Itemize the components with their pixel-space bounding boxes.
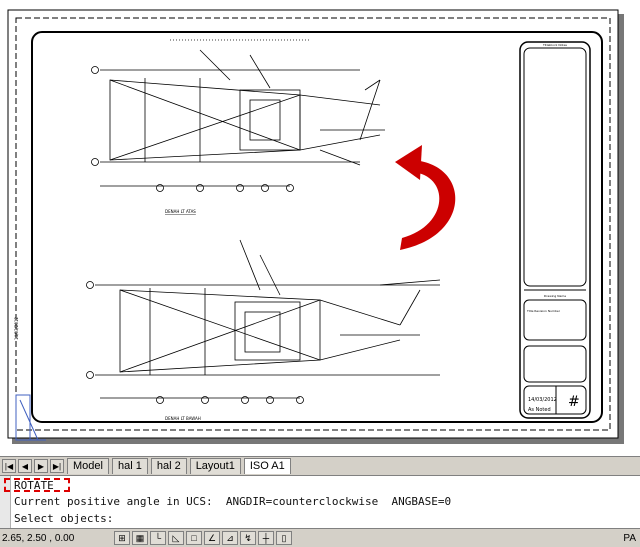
qp-icon[interactable]: ▯ bbox=[276, 531, 292, 545]
prev-tab-icon[interactable]: ◀ bbox=[18, 459, 32, 473]
command-prompt[interactable]: Select objects: bbox=[14, 512, 113, 525]
layout-tab-bar: |◀ ◀ ▶ ▶| Model hal 1 hal 2 Layout1 ISO … bbox=[0, 456, 640, 475]
ortho-icon[interactable]: └ bbox=[150, 531, 166, 545]
tab-iso-a1[interactable]: ISO A1 bbox=[243, 458, 291, 474]
command-history-line: Current positive angle in UCS: ANGDIR=co… bbox=[14, 495, 452, 508]
last-tab-icon[interactable]: ▶| bbox=[50, 459, 64, 473]
grid-icon[interactable]: ▦ bbox=[132, 531, 148, 545]
titleblock-hash-mark: # bbox=[568, 394, 580, 410]
lwt-icon[interactable]: ┼ bbox=[258, 531, 274, 545]
paper-space-label[interactable]: PA bbox=[623, 533, 640, 544]
next-tab-icon[interactable]: ▶ bbox=[34, 459, 48, 473]
command-window[interactable]: ROTATE Current positive angle in UCS: AN… bbox=[0, 475, 640, 528]
command-history-line: ROTATE bbox=[14, 479, 54, 492]
tab-model[interactable]: Model bbox=[67, 458, 109, 474]
first-tab-icon[interactable]: |◀ bbox=[2, 459, 16, 473]
titleblock-by: As Noted bbox=[528, 407, 551, 413]
otrack-icon[interactable]: ∠ bbox=[204, 531, 220, 545]
side-label: 14/03/2012 bbox=[14, 316, 19, 340]
coordinate-readout: 2.65, 2.50 , 0.00 bbox=[2, 532, 75, 544]
dyn-icon[interactable]: ↯ bbox=[240, 531, 256, 545]
titleblock-small-label: Title Revision Number bbox=[526, 309, 561, 313]
titleblock-top-label: Titleblock Notes bbox=[542, 43, 567, 47]
tab-layout1[interactable]: Layout1 bbox=[189, 458, 241, 474]
titleblock-date: 14/03/2012 bbox=[528, 397, 557, 403]
drawing-canvas[interactable]: Titleblock Notes Drawing Name Title Revi… bbox=[0, 0, 640, 456]
titleblock-mid-label: Drawing Name bbox=[544, 294, 566, 298]
tab-hal-1[interactable]: hal 1 bbox=[111, 458, 148, 474]
ducs-icon[interactable]: ⊿ bbox=[222, 531, 238, 545]
osnap-icon[interactable]: □ bbox=[186, 531, 202, 545]
view-label-bottom: DENAH LT BAWAH bbox=[165, 416, 201, 421]
tab-hal-2[interactable]: hal 2 bbox=[150, 458, 187, 474]
view-label-top: DENAH LT ATAS bbox=[165, 209, 196, 214]
snap-icon[interactable]: ⊞ bbox=[114, 531, 130, 545]
layout-sheet: Titleblock Notes Drawing Name Title Revi… bbox=[7, 9, 624, 444]
polar-icon[interactable]: ◺ bbox=[168, 531, 184, 545]
status-bar: 2.65, 2.50 , 0.00 ⊞ ▦ └ ◺ □ ∠ ⊿ ↯ ┼ ▯ PA bbox=[0, 528, 640, 547]
